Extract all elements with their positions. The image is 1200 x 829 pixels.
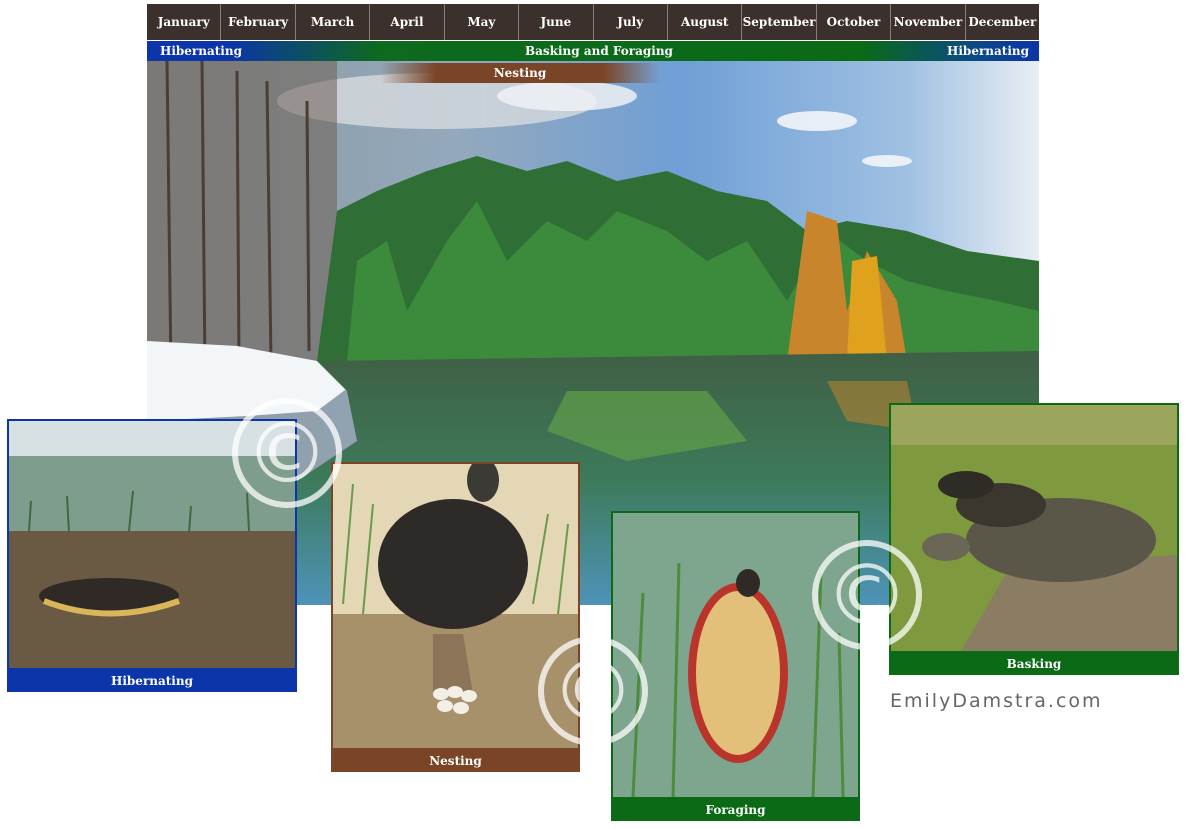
- month-august: August: [668, 4, 743, 40]
- caption-basking: Basking: [1006, 657, 1062, 671]
- caption-foraging: Foraging: [705, 803, 766, 817]
- month-september: September: [742, 4, 817, 40]
- caption-hibernating: Hibernating: [111, 674, 193, 688]
- month-november: November: [891, 4, 966, 40]
- month-october: October: [817, 4, 892, 40]
- activity-hibernating-start: Hibernating: [160, 44, 242, 58]
- month-january: January: [147, 4, 222, 40]
- month-july: July: [594, 4, 668, 40]
- copyright-watermark-icon: ©: [812, 540, 922, 650]
- copyright-watermark-icon: ©: [232, 398, 342, 508]
- month-march: March: [296, 4, 371, 40]
- panel-nesting: Nesting: [331, 462, 580, 772]
- month-december: December: [968, 15, 1037, 29]
- activity-basking-foraging: Basking and Foraging: [525, 44, 673, 58]
- activity-hibernating-end: Hibernating: [947, 44, 1029, 58]
- caption-nesting: Nesting: [429, 754, 482, 768]
- month-april: April: [370, 4, 445, 40]
- basking-illustration: [891, 405, 1177, 651]
- activity-band: Hibernating Basking and Foraging Hiberna…: [147, 41, 1039, 61]
- month-june: June: [519, 4, 594, 40]
- brand-website: EmilyDamstra.com: [890, 690, 1103, 712]
- panel-foraging: Foraging: [611, 511, 860, 821]
- month-header: January February March April May June Ju…: [147, 4, 1039, 40]
- activity-nesting: Nesting: [380, 63, 660, 83]
- panel-basking: Basking: [889, 403, 1179, 675]
- copyright-watermark-icon: ©: [538, 636, 648, 746]
- foraging-illustration: [613, 513, 858, 797]
- month-february: February: [221, 4, 296, 40]
- month-may: May: [445, 4, 520, 40]
